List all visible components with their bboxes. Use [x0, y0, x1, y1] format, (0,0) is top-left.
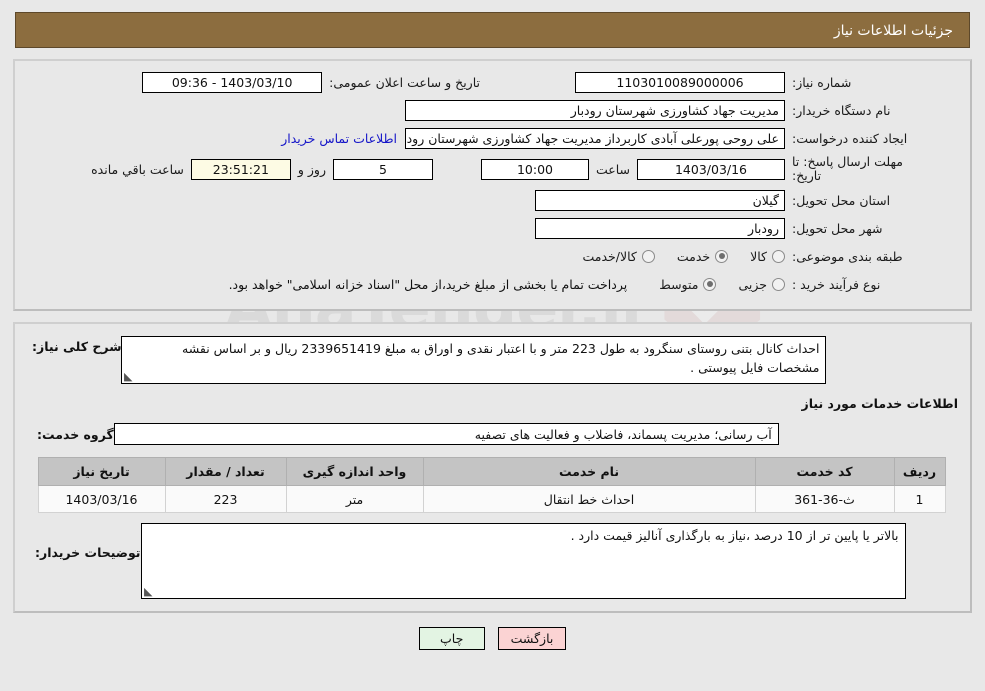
row-service-group: آب رسانی؛ مدیریت پسماند، فاضلاب و فعالیت…: [25, 423, 960, 445]
cell-date: 1403/03/16: [37, 485, 166, 513]
radio-dot-motavaset[interactable]: [703, 277, 717, 291]
buyer-notes-label: توضیحات خریدار:: [35, 545, 141, 560]
radio-dot-kala-khedmat[interactable]: [641, 249, 655, 263]
radio-dot-jozei[interactable]: [772, 277, 785, 291]
countdown-label: ساعت باقي مانده: [91, 161, 184, 177]
cell-quantity: 223: [164, 485, 287, 513]
table-row: 1 ث-36-361 احداث خط انتقال متر 223 1403/…: [37, 485, 946, 513]
deadline-time-value: 10:00: [480, 158, 589, 180]
province-value: گیلان: [535, 189, 785, 211]
cell-name: احداث خط انتقال: [422, 485, 756, 513]
row-city: شهر محل تحویل: رودبار: [25, 217, 960, 239]
countdown-timer: 23:51:21: [190, 158, 291, 180]
description-label: شرح کلی نیاز:: [32, 339, 122, 354]
row-buyer-org: نام دستگاه خریدار: مدیریت جهاد کشاورزی ش…: [25, 99, 960, 121]
radio-process-jozei[interactable]: جزیی: [738, 277, 785, 292]
row-category: طبقه بندی موضوعی: کالا خدمت کالا/خدمت: [25, 245, 960, 267]
summary-panel: شماره نیاز: 1103010089000006 تاریخ و ساع…: [13, 59, 972, 311]
titlebar-container: جزئیات اطلاعات نیاز: [0, 0, 985, 48]
radio-label-khedmat: خدمت: [676, 248, 711, 264]
deadline-label: مهلت ارسال پاسخ: تا تاریخ:: [785, 155, 960, 183]
resize-grip-icon[interactable]: ◢: [144, 585, 154, 598]
back-button[interactable]: بازگشت: [497, 627, 567, 650]
public-announce-label: تاریخ و ساعت اعلان عمومی:: [329, 74, 480, 90]
province-label: استان محل تحویل:: [792, 192, 891, 208]
radio-dot-khedmat[interactable]: [715, 249, 729, 263]
radio-label-motavaset: متوسط: [659, 276, 699, 292]
page-title: جزئیات اطلاعات نیاز: [15, 12, 970, 48]
row-purchase-process: نوع فرآیند خرید : جزیی متوسط پرداخت تمام…: [25, 273, 960, 295]
need-number-label: شماره نیاز:: [792, 74, 852, 90]
services-table-container: ردیف کد خدمت نام خدمت واحد اندازه گیری ت…: [25, 457, 960, 523]
description-value: احداث کانال بتنی روستای سنگرود به طول 22…: [182, 341, 820, 375]
buyer-notes-textarea[interactable]: بالاتر یا پایین تر از 10 درصد ،نیاز به ب…: [140, 523, 906, 599]
buyer-notes-value: بالاتر یا پایین تر از 10 درصد ،نیاز به ب…: [570, 528, 899, 543]
public-announce-value: 1403/03/10 - 09:36: [142, 71, 323, 93]
buyer-org-value: مدیریت جهاد کشاورزی شهرستان رودبار: [405, 99, 785, 121]
col-name: نام خدمت: [422, 457, 756, 486]
city-label: شهر محل تحویل:: [792, 220, 883, 236]
radio-category-kala[interactable]: کالا: [750, 249, 785, 264]
creator-value: علی روحی پورعلی آبادی کاربرداز مدیریت جه…: [405, 127, 785, 149]
col-code: کد خدمت: [754, 457, 895, 486]
detail-panel: احداث کانال بتنی روستای سنگرود به طول 22…: [13, 322, 972, 613]
purchase-process-note: پرداخت تمام یا بخشی از مبلغ خرید،از محل …: [228, 276, 628, 292]
radio-label-jozei: جزیی: [738, 276, 767, 292]
services-table: ردیف کد خدمت نام خدمت واحد اندازه گیری ت…: [37, 457, 946, 513]
row-need-number: شماره نیاز: 1103010089000006 تاریخ و ساع…: [25, 71, 960, 93]
cell-index: 1: [893, 485, 946, 513]
purchase-process-label: نوع فرآیند خرید :: [792, 276, 881, 292]
purchase-process-radio-group: جزیی متوسط: [637, 277, 785, 292]
deadline-date-value: 1403/03/16: [637, 158, 785, 180]
deadline-label-line2: تاریخ:: [792, 168, 822, 183]
footer-buttons: بازگشت چاپ: [0, 627, 985, 650]
row-deadline: مهلت ارسال پاسخ: تا تاریخ: 1403/03/16 سا…: [25, 155, 960, 183]
col-index: ردیف: [893, 457, 946, 486]
col-quantity: تعداد / مقدار: [164, 457, 287, 486]
deadline-time-label: ساعت: [595, 161, 630, 177]
radio-label-kala: کالا: [750, 248, 767, 264]
remaining-days-label: روز و: [297, 161, 326, 177]
creator-label: ایجاد کننده درخواست:: [792, 130, 908, 146]
radio-label-kala-khedmat: کالا/خدمت: [582, 248, 637, 264]
col-unit: واحد اندازه گیری: [285, 457, 424, 486]
radio-category-khedmat[interactable]: خدمت: [676, 248, 729, 264]
radio-dot-kala[interactable]: [772, 249, 785, 263]
cell-unit: متر: [285, 485, 424, 513]
city-value: رودبار: [535, 217, 785, 239]
row-province: استان محل تحویل: گیلان: [25, 189, 960, 211]
description-textarea[interactable]: احداث کانال بتنی روستای سنگرود به طول 22…: [121, 336, 827, 384]
buyer-org-label: نام دستگاه خریدار:: [792, 102, 891, 118]
remaining-days-value: 5: [332, 158, 433, 180]
radio-category-kala-khedmat[interactable]: کالا/خدمت: [582, 248, 655, 264]
category-radio-group: کالا خدمت کالا/خدمت: [560, 249, 785, 264]
need-number-value: 1103010089000006: [575, 71, 785, 93]
table-header-row: ردیف کد خدمت نام خدمت واحد اندازه گیری ت…: [37, 457, 946, 486]
service-group-value: آب رسانی؛ مدیریت پسماند، فاضلاب و فعالیت…: [113, 423, 779, 445]
resize-grip-icon[interactable]: ◢: [124, 370, 134, 383]
category-label: طبقه بندی موضوعی:: [792, 248, 903, 264]
cell-code: ث-36-361: [754, 485, 895, 513]
services-section-title: اطلاعات خدمات مورد نیاز: [801, 396, 959, 411]
service-group-label: گروه خدمت:: [37, 426, 114, 442]
radio-process-motavaset[interactable]: متوسط: [659, 276, 717, 292]
row-buyer-notes: بالاتر یا پایین تر از 10 درصد ،نیاز به ب…: [25, 523, 960, 599]
col-date: تاریخ نیاز: [37, 457, 166, 486]
print-button[interactable]: چاپ: [418, 627, 485, 650]
row-creator: ایجاد کننده درخواست: علی روحی پورعلی آبا…: [25, 127, 960, 149]
deadline-label-line1: مهلت ارسال پاسخ: تا: [792, 154, 903, 169]
row-description: احداث کانال بتنی روستای سنگرود به طول 22…: [25, 336, 960, 384]
buyer-contact-link[interactable]: اطلاعات تماس خریدار: [273, 131, 405, 146]
